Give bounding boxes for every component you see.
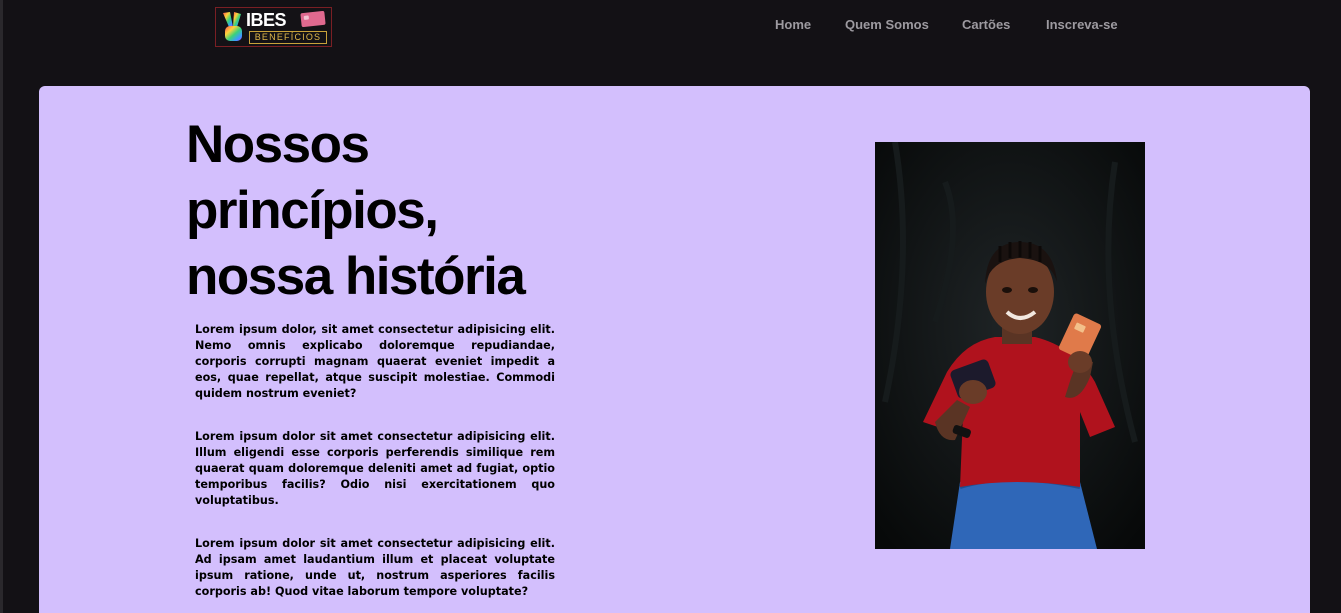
peace-hand-icon (223, 12, 242, 41)
nav-link-quem-somos[interactable]: Quem Somos (845, 17, 929, 32)
about-paragraph-3: Lorem ipsum dolor sit amet consectetur a… (195, 537, 555, 598)
nav-link-inscreva-se[interactable]: Inscreva-se (1046, 17, 1118, 32)
nav-link-cartoes[interactable]: Cartões (962, 17, 1010, 32)
about-paragraph-2: Lorem ipsum dolor sit amet consectetur a… (195, 430, 555, 507)
logo-tagline: BENEFÍCIOS (249, 31, 327, 44)
title-line: princípios, (186, 181, 439, 240)
window-edge (0, 0, 3, 613)
hero-photo (875, 142, 1145, 549)
logo-wordmark: IBES (246, 10, 287, 30)
nav-link-home[interactable]: Home (775, 17, 811, 32)
brand-logo[interactable]: IBES BENEFÍCIOS (215, 7, 332, 47)
navbar: IBES BENEFÍCIOS Home Quem Somos Cartões … (0, 0, 1341, 50)
title-line: nossa história (186, 247, 526, 306)
about-paragraph-1: Lorem ipsum dolor, sit amet consectetur … (195, 323, 555, 400)
page-title: Nossos princípios, nossa história (186, 112, 606, 310)
credit-card-icon (300, 11, 326, 27)
woman-holding-card-illustration (875, 142, 1145, 549)
about-section: Nossos princípios, nossa história Lorem … (39, 86, 1310, 613)
title-line: Nossos (186, 115, 370, 174)
